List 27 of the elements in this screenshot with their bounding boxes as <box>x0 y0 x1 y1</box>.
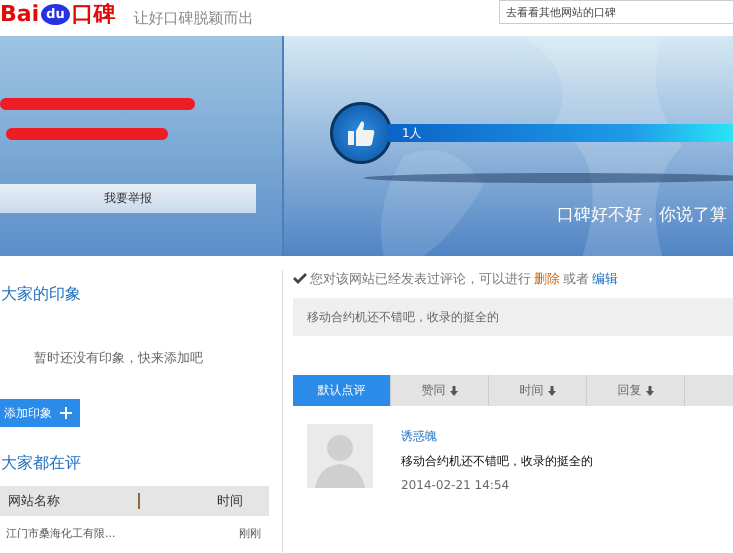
plus-icon <box>60 407 72 419</box>
review-text: 移动合约机还不错吧，收录的挺全的 <box>401 453 593 470</box>
site-name-link[interactable]: 江门市桑海化工有限... <box>6 526 116 541</box>
edit-link[interactable]: 编辑 <box>592 270 618 288</box>
notice-text: 或者 <box>563 271 589 288</box>
table-cell: 刚刚 <box>239 526 261 541</box>
search-field[interactable]: 去看看其他网站的口碑 <box>499 0 733 24</box>
slogan: 让好口碑脱颖而出 <box>134 8 254 28</box>
thumbs-up-icon <box>346 119 376 147</box>
user-name-link[interactable]: 诱惑魄 <box>401 428 593 445</box>
like-count: 1人 <box>402 124 422 142</box>
checkmark-icon <box>293 273 307 285</box>
review-time: 2014-02-21 14:54 <box>401 478 510 492</box>
empty-message: 暂时还没有印象，快来添加吧 <box>34 350 204 367</box>
sort-tab[interactable]: 默认点评 <box>293 375 391 406</box>
notice-text: 您对该网站已经发表过评论，可以进行 <box>310 271 531 288</box>
banner-tagline: 口碑好不好，你说了算 <box>557 204 727 226</box>
logo[interactable]: Bai du 口碑 <box>0 0 116 29</box>
report-button[interactable]: 我要举报 <box>0 184 256 213</box>
section-title: 大家的印象 <box>1 284 82 305</box>
column-header: 网站名称 <box>8 493 60 510</box>
add-impression-button[interactable]: 添加印象 <box>0 399 80 427</box>
section-title: 大家都在评 <box>1 453 82 474</box>
my-comment: 移动合约机还不错吧，收录的挺全的 <box>293 298 733 336</box>
column-header: 时间 <box>217 493 243 510</box>
avatar <box>307 424 373 488</box>
delete-link[interactable]: 删除 <box>534 270 560 288</box>
